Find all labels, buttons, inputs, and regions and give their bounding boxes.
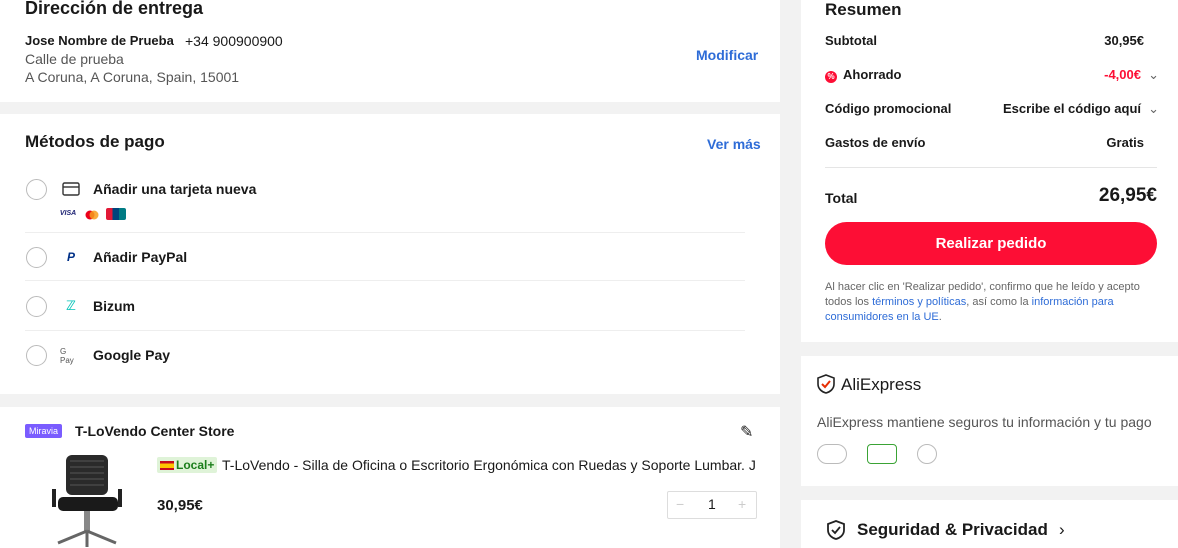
local-plus-tag: Local+: [157, 457, 218, 473]
visa-icon: VISA: [58, 208, 78, 220]
shield-check-icon: [817, 374, 835, 399]
payment-radio[interactable]: [26, 345, 47, 366]
trust-card: AliExpress AliExpress mantiene seguros t…: [801, 356, 1178, 486]
bizum-icon: ℤ: [66, 298, 76, 313]
chevron-right-icon[interactable]: ›: [1059, 520, 1065, 540]
security-privacy-card[interactable]: Seguridad & Privacidad ›: [801, 500, 1178, 548]
seal-badge-icon: [917, 444, 937, 464]
divider: [25, 330, 745, 331]
divider: [25, 232, 745, 233]
payment-radio[interactable]: [26, 296, 47, 317]
subtotal-label: Subtotal: [825, 33, 877, 48]
saved-label: Ahorrado: [843, 67, 902, 82]
delivery-address-card: Dirección de entrega Jose Nombre de Prue…: [0, 0, 780, 102]
decrease-quantity-button[interactable]: −: [676, 496, 684, 512]
legal-text: , así como la: [966, 296, 1032, 308]
payment-methods-card: Métodos de pago Ver más Añadir una tarje…: [0, 114, 780, 394]
shipping-label: Gastos de envío: [825, 135, 926, 150]
address-city: A Coruna, A Coruna, Spain, 15001: [25, 69, 240, 85]
address-street: Calle de prueba: [25, 51, 124, 67]
product-image[interactable]: [44, 453, 134, 548]
payment-option-label: Google Pay: [93, 347, 171, 363]
paypal-icon: P: [66, 250, 75, 264]
promo-code-placeholder[interactable]: Escribe el código aquí: [1003, 101, 1141, 116]
security-privacy-title: Seguridad & Privacidad: [857, 520, 1048, 539]
discount-icon: %: [825, 67, 837, 83]
quantity-value: 1: [708, 496, 716, 512]
unionpay-icon: [106, 208, 126, 220]
local-plus-label: Local+: [176, 458, 215, 472]
verified-badge-icon: [867, 444, 897, 464]
payment-option-google-pay[interactable]: G Pay Google Pay: [25, 344, 745, 384]
payment-option-label: Añadir PayPal: [93, 249, 188, 265]
edit-icon[interactable]: ✎: [740, 422, 753, 442]
recipient-name: Jose Nombre de Prueba: [25, 33, 174, 48]
legal-text: .: [938, 311, 942, 323]
order-summary-card: Resumen Subtotal 30,95€ % Ahorrado -4,00…: [801, 0, 1178, 342]
payment-option-label: Bizum: [93, 298, 135, 314]
subtotal-value: 30,95€: [1104, 33, 1144, 48]
recipient-phone: +34 900900900: [185, 33, 283, 49]
divider: [825, 167, 1157, 168]
mastercard-icon: [82, 208, 102, 220]
spain-flag-icon: [160, 461, 174, 471]
google-pay-icon: G Pay: [60, 347, 74, 365]
legal-notice: Al hacer clic en 'Realizar pedido', conf…: [825, 280, 1165, 325]
total-value: 26,95€: [1098, 185, 1157, 206]
credit-card-icon: [60, 181, 82, 197]
place-order-button[interactable]: Realizar pedido: [825, 222, 1157, 265]
miravia-badge: Miravia: [25, 424, 63, 438]
total-label: Total: [825, 190, 858, 206]
see-more-link[interactable]: Ver más: [707, 136, 761, 152]
modify-address-link[interactable]: Modificar: [696, 47, 758, 63]
security-badges: [817, 444, 937, 464]
payment-radio[interactable]: [26, 247, 47, 268]
saved-value: -4,00€: [1104, 67, 1141, 82]
chevron-down-icon[interactable]: ⌄: [1148, 101, 1159, 117]
pci-badge-icon: [817, 444, 847, 464]
store-name[interactable]: T-LoVendo Center Store: [75, 423, 234, 439]
payment-methods-title: Métodos de pago: [25, 132, 165, 151]
quantity-stepper[interactable]: − 1 +: [667, 491, 757, 519]
payment-option-label: Añadir una tarjeta nueva: [93, 181, 257, 197]
payment-option-bizum[interactable]: ℤ Bizum: [25, 295, 745, 343]
trust-description: AliExpress mantiene seguros tu informaci…: [817, 414, 1152, 430]
payment-radio[interactable]: [26, 179, 47, 200]
aliexpress-title: AliExpress: [841, 375, 922, 394]
card-brands: VISA: [58, 208, 126, 220]
promo-code-label: Código promocional: [825, 101, 952, 116]
summary-title: Resumen: [825, 0, 902, 19]
shipping-value: Gratis: [1106, 135, 1144, 150]
divider: [25, 280, 745, 281]
payment-option-card[interactable]: Añadir una tarjeta nueva VISA: [25, 178, 745, 234]
product-name[interactable]: T-LoVendo - Silla de Oficina o Escritori…: [222, 457, 757, 473]
increase-quantity-button[interactable]: +: [738, 496, 746, 512]
product-price: 30,95€: [157, 497, 203, 514]
payment-option-paypal[interactable]: P Añadir PayPal: [25, 246, 745, 294]
delivery-address-title: Dirección de entrega: [25, 0, 204, 18]
terms-link[interactable]: términos y políticas: [872, 296, 966, 308]
chevron-down-icon[interactable]: ⌄: [1148, 67, 1159, 83]
shield-check-icon: [827, 520, 845, 545]
store-card: Miravia T-LoVendo Center Store ✎ Local+ …: [0, 407, 780, 548]
